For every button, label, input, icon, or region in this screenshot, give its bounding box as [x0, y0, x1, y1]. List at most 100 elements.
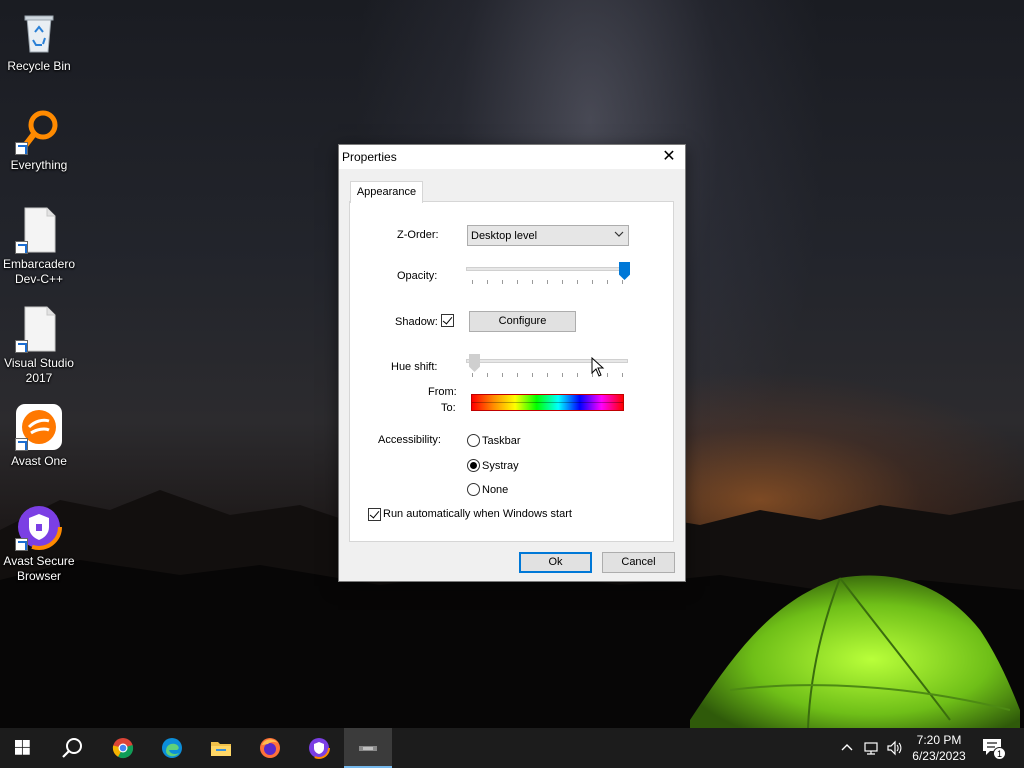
shortcut-arrow-icon — [15, 142, 28, 155]
cancel-button[interactable]: Cancel — [602, 552, 675, 573]
shortcut-arrow-icon — [15, 241, 28, 254]
taskbar-clock[interactable]: 7:20 PM 6/23/2023 — [906, 732, 972, 764]
tab-appearance[interactable]: Appearance — [350, 181, 423, 203]
slider-tick — [622, 280, 623, 284]
systray-radio[interactable] — [467, 459, 480, 472]
none-radio[interactable] — [467, 483, 480, 496]
dialog-titlebar[interactable]: Properties ✕ — [339, 145, 685, 169]
shortcut-arrow-icon — [15, 438, 28, 451]
shortcut-arrow-icon — [15, 340, 28, 353]
autorun-checkbox[interactable] — [368, 508, 381, 521]
taskbar-chrome[interactable] — [99, 728, 147, 768]
slider-tick — [562, 280, 563, 284]
mouse-cursor-icon — [591, 357, 605, 377]
firefox-icon — [260, 738, 280, 758]
clock-date: 6/23/2023 — [912, 749, 966, 763]
blank-file-icon — [15, 305, 63, 353]
slider-tick — [607, 280, 608, 284]
volume-icon[interactable] — [886, 740, 902, 756]
desktop-icon-label: Everything — [10, 158, 68, 172]
shadow-checkbox[interactable] — [441, 314, 454, 327]
search-button[interactable] — [48, 728, 96, 768]
close-icon[interactable]: ✕ — [659, 147, 679, 167]
slider-tick — [532, 373, 533, 377]
network-icon[interactable] — [863, 740, 879, 756]
none-radio-label: None — [482, 484, 509, 496]
desktop-icon-everything[interactable]: Everything — [0, 107, 78, 173]
avast-one-icon — [15, 403, 63, 451]
desktop-icon-label: Avast One — [11, 454, 67, 468]
configure-button[interactable]: Configure — [469, 311, 576, 332]
slider-tick — [547, 373, 548, 377]
slider-tick — [577, 280, 578, 284]
chevron-up-icon[interactable] — [839, 740, 855, 756]
blank-file-icon — [15, 206, 63, 254]
file-explorer-icon — [211, 742, 231, 756]
taskbar-firefox[interactable] — [246, 728, 294, 768]
hue-gradient-bar — [471, 394, 624, 411]
app-window-icon — [359, 746, 377, 751]
desktop-icon-avast-one[interactable]: Avast One — [0, 403, 78, 469]
taskbar-active-app[interactable] — [344, 728, 392, 768]
to-label: To: — [441, 402, 456, 414]
slider-tick — [607, 373, 608, 377]
chevron-down-icon — [614, 231, 624, 237]
slider-tick — [562, 373, 563, 377]
shadow-label: Shadow: — [395, 316, 438, 328]
from-label: From: — [428, 386, 457, 398]
desktop-icon-dev-cpp[interactable]: Embarcadero Dev-C++ — [0, 206, 78, 287]
slider-tick — [502, 280, 503, 284]
desktop-icon-label: Visual Studio 2017 — [4, 356, 74, 385]
autorun-label[interactable]: Run automatically when Windows start — [383, 508, 572, 520]
ok-button[interactable]: Ok — [519, 552, 592, 573]
slider-tick — [517, 280, 518, 284]
everything-magnifier-icon — [15, 107, 63, 155]
slider-tick — [472, 373, 473, 377]
slider-tick — [577, 373, 578, 377]
wallpaper-tent — [690, 575, 1020, 728]
desktop-icon-label: Recycle Bin — [7, 59, 71, 73]
dialog-title: Properties — [342, 150, 397, 164]
slider-tick — [592, 280, 593, 284]
taskbar-edge[interactable] — [148, 728, 196, 768]
taskbar-radio[interactable] — [467, 434, 480, 447]
taskbar-radio-label: Taskbar — [482, 435, 521, 447]
taskbar-file-explorer[interactable] — [197, 728, 245, 768]
accessibility-label: Accessibility: — [378, 434, 441, 446]
systray-radio-label: Systray — [482, 460, 519, 472]
hue-shift-label: Hue shift: — [391, 361, 438, 373]
windows-logo-icon — [15, 740, 30, 755]
desktop-icon-avast-secure-browser[interactable]: Avast Secure Browser — [0, 503, 78, 584]
slider-tick — [622, 373, 623, 377]
start-button[interactable] — [0, 728, 48, 768]
opacity-ticks — [466, 280, 628, 285]
chrome-icon — [112, 738, 134, 759]
slider-tick — [532, 280, 533, 284]
slider-tick — [487, 280, 488, 284]
edge-icon — [162, 738, 182, 758]
notification-count-badge: 1 — [993, 747, 1006, 760]
slider-tick — [547, 280, 548, 284]
slider-tick — [487, 373, 488, 377]
notification-center-button[interactable]: 1 — [982, 738, 1006, 760]
slider-tick — [517, 373, 518, 377]
zorder-value: Desktop level — [471, 230, 538, 242]
clock-time: 7:20 PM — [916, 733, 962, 747]
taskbar: 7:20 PM 6/23/2023 1 — [0, 728, 1024, 768]
properties-dialog: Properties ✕ Appearance Z-Order: Desktop… — [338, 144, 686, 582]
recycle-bin-icon — [15, 8, 63, 56]
search-icon — [62, 738, 82, 758]
zorder-select[interactable]: Desktop level — [467, 225, 629, 246]
shortcut-arrow-icon — [15, 538, 28, 551]
slider-tick — [502, 373, 503, 377]
opacity-label: Opacity: — [397, 270, 438, 282]
avast-secure-browser-icon — [15, 503, 63, 551]
opacity-slider-track[interactable] — [466, 267, 628, 271]
zorder-label: Z-Order: — [397, 229, 439, 241]
desktop-icon-visual-studio[interactable]: Visual Studio 2017 — [0, 305, 78, 386]
desktop-icon-recycle-bin[interactable]: Recycle Bin — [0, 8, 78, 74]
desktop-icon-label: Embarcadero Dev-C++ — [2, 257, 76, 286]
taskbar-avast-secure-browser[interactable] — [295, 728, 343, 768]
slider-tick — [472, 280, 473, 284]
avast-secure-browser-icon — [308, 737, 330, 759]
